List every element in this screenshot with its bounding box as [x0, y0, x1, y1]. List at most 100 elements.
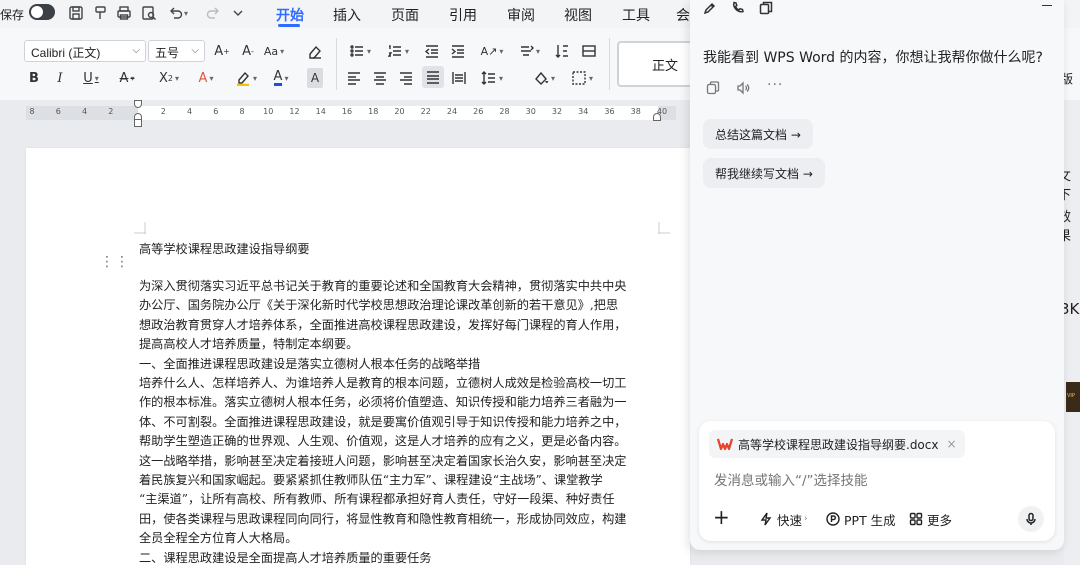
document-line[interactable]: 帮助学生塑造正确的世界观、人生观、价值观，这是人才培养的应有之义，更是必备内容。	[139, 432, 659, 451]
microphone-button[interactable]	[1018, 506, 1044, 532]
tab-tools[interactable]: 工具	[622, 5, 650, 25]
add-icon[interactable]: +	[713, 507, 730, 527]
document-line[interactable]: 全员全程全方位育人大格局。	[139, 529, 659, 548]
align-left-icon[interactable]	[346, 68, 362, 88]
strikethrough-icon[interactable]: A ▾	[116, 68, 138, 88]
print-icon[interactable]	[114, 3, 134, 23]
underline-icon[interactable]: U ▾	[80, 68, 102, 88]
show-marks-icon[interactable]	[580, 41, 598, 61]
first-line-indent-marker[interactable]	[134, 100, 142, 108]
document-line[interactable]: 这一战略举措，影响甚至决定着接班人问题，影响甚至决定着国家长治久安，影响甚至决定	[139, 452, 659, 471]
align-right-icon[interactable]	[398, 68, 414, 88]
grow-font-icon[interactable]: A +	[212, 41, 232, 61]
chevron-down-icon: ⌵	[132, 45, 140, 56]
copy-window-icon[interactable]	[759, 0, 775, 15]
ruler-tick-label: 12	[289, 107, 300, 116]
edit-icon[interactable]	[703, 0, 719, 15]
text-direction-icon[interactable]: A↗ ▾	[477, 41, 507, 61]
redo-icon[interactable]	[203, 3, 223, 23]
autosave-toggle[interactable]	[29, 4, 55, 20]
tab-page[interactable]: 页面	[391, 5, 419, 25]
ruler-tick-label: 2	[160, 107, 166, 116]
shrink-font-icon[interactable]: A-	[238, 41, 258, 61]
sort-az-icon[interactable]	[553, 41, 571, 61]
ai-assistant-panel: 我能看到 WPS Word 的内容，你想让我帮你做什么呢? ··· 总结这篇文档…	[690, 0, 1064, 550]
ruler-tick-label: 16	[341, 107, 353, 116]
shading-icon[interactable]: ▾	[530, 68, 558, 88]
ppt-generate-button[interactable]: PPT 生成	[826, 509, 896, 529]
tab-member[interactable]: 会	[676, 5, 690, 25]
tab-references[interactable]: 引用	[449, 5, 477, 25]
suggestion-summarize[interactable]: 总结这篇文档 →	[703, 119, 813, 149]
quick-mode-button[interactable]: 快速 ›	[759, 509, 808, 529]
bold-icon[interactable]: B	[26, 68, 42, 88]
document-line[interactable]: 二、课程思政建设是全面提高人才培养质量的重要任务	[139, 549, 659, 565]
increase-indent-icon[interactable]	[449, 41, 467, 61]
document-line[interactable]: 培养什么人、怎样培养人、为谁培养人是教育的根本问题，立德树人成效是检验高校一切工	[139, 374, 659, 393]
document-line[interactable]: 着民族复兴和国家崛起。要紧紧抓住教师队伍“主力军”、课程建设“主战场”、课堂教学	[139, 471, 659, 490]
minimize-icon[interactable]	[1042, 5, 1052, 6]
speaker-icon[interactable]	[736, 80, 752, 95]
bullet-list-icon[interactable]: ▾	[346, 41, 374, 61]
quick-mode-label: 快速	[777, 512, 803, 528]
save-icon[interactable]	[66, 3, 86, 23]
suggestion-continue-writing[interactable]: 帮我继续写文档 →	[703, 158, 825, 188]
distributed-align-icon[interactable]	[450, 68, 468, 88]
tab-view[interactable]: 视图	[564, 5, 592, 25]
document-line[interactable]: 办公厅、国务院办公厅《关于深化新时代学校思想政治理论课改革创新的若干意见》,把思	[139, 296, 659, 315]
italic-icon[interactable]: I	[52, 68, 68, 88]
clear-format-icon[interactable]	[305, 41, 325, 61]
tab-insert[interactable]: 插入	[333, 5, 361, 25]
document-line[interactable]: 一、全面推进课程思政建设是落实立德树人根本任务的战略举措	[139, 355, 659, 374]
font-size-select[interactable]: 五号 ⌵	[148, 40, 205, 62]
more-options-icon[interactable]: ···	[767, 77, 783, 93]
ruler-tick-label: 6	[213, 107, 219, 116]
left-indent-marker[interactable]	[134, 119, 142, 127]
align-center-icon[interactable]	[372, 68, 388, 88]
justify-icon[interactable]	[422, 66, 444, 88]
document-line[interactable]: 为深入贯彻落实习近平总书记关于教育的重要论述和全国教育大会精神，贯彻落实中共中央	[139, 277, 659, 296]
tab-review[interactable]: 审阅	[507, 5, 535, 25]
horizontal-ruler[interactable]: 8 6 4 2 2 4 6 8 10 12 14 16 18 20 22 24 26 28 30 32 34 36 38 40	[26, 100, 676, 127]
superscript-icon[interactable]: X 2 ▾	[156, 68, 182, 88]
document-line[interactable]: 提高高校人才培养质量，特制定本纲要。	[139, 335, 659, 354]
ruler-tick-label: 22	[420, 107, 431, 116]
line-spacing-icon[interactable]: ▾	[478, 68, 506, 88]
font-color-icon[interactable]: A ▾	[268, 68, 294, 88]
undo-dropdown-icon[interactable]: ▾	[181, 3, 191, 23]
change-case-icon[interactable]: Aa ▾	[264, 41, 284, 61]
attached-file-chip[interactable]: 高等学校课程思政建设指导纲要.docx ×	[709, 430, 965, 458]
highlight-icon[interactable]: ▾	[232, 68, 260, 88]
chevron-down-icon: ⌵	[191, 45, 199, 56]
borders-icon[interactable]: ▾	[568, 68, 596, 88]
document-body[interactable]: 为深入贯彻落实习近平总书记关于教育的重要论述和全国教育大会精神，贯彻落实中共中央…	[139, 277, 659, 565]
document-line[interactable]: “主渠道”，让所有高校、所有教师、所有课程都承担好育人责任，守好一段渠、种好责任	[139, 490, 659, 509]
more-skills-button[interactable]: 更多	[909, 509, 952, 529]
vip-badge: VIP	[1066, 382, 1080, 412]
message-input[interactable]	[714, 473, 1034, 489]
document-line[interactable]: 体、不可割裂。全面推进课程思政建设，就是要寓价值观引导于知识传授和能力培养之中，	[139, 413, 659, 432]
text-effect-icon[interactable]: A ▾	[194, 68, 218, 88]
sort-icon[interactable]: ▾	[515, 41, 543, 61]
quick-access-dropdown-icon[interactable]	[228, 3, 248, 23]
ruler-tick-label: 6	[55, 107, 61, 116]
ruler-tick-label: 10	[263, 107, 274, 116]
paragraph-drag-handle-icon[interactable]: ⋮⋮	[100, 255, 130, 269]
close-icon[interactable]: ×	[946, 437, 956, 451]
font-size-value: 五号	[155, 46, 180, 60]
font-name-select[interactable]: Calibri (正文) ⌵	[24, 40, 146, 62]
tab-home[interactable]: 开始	[276, 5, 304, 25]
phone-icon[interactable]	[731, 0, 747, 14]
copy-icon[interactable]	[706, 80, 722, 95]
document-line[interactable]: 作的根本标准。落实立德树人根本任务，必须将价值塑造、知识传授和能力培养三者融为一	[139, 393, 659, 412]
right-indent-marker[interactable]	[653, 113, 661, 121]
document-title[interactable]: 高等学校课程思政建设指导纲要	[139, 239, 659, 257]
margin-corner-mark	[658, 222, 670, 234]
decrease-indent-icon[interactable]	[423, 41, 441, 61]
format-painter-icon[interactable]	[90, 3, 110, 23]
print-preview-icon[interactable]	[139, 3, 159, 23]
char-shading-icon[interactable]: A	[307, 68, 323, 88]
document-line[interactable]: 田，使各类课程与思政课程同向同行，将显性教育和隐性教育相统一，形成协同效应，构建	[139, 510, 659, 529]
numbered-list-icon[interactable]: ▾	[384, 41, 412, 61]
document-line[interactable]: 想政治教育贯穿人才培养体系，全面推进高校课程思政建设，发挥好每门课程的育人作用，	[139, 316, 659, 335]
